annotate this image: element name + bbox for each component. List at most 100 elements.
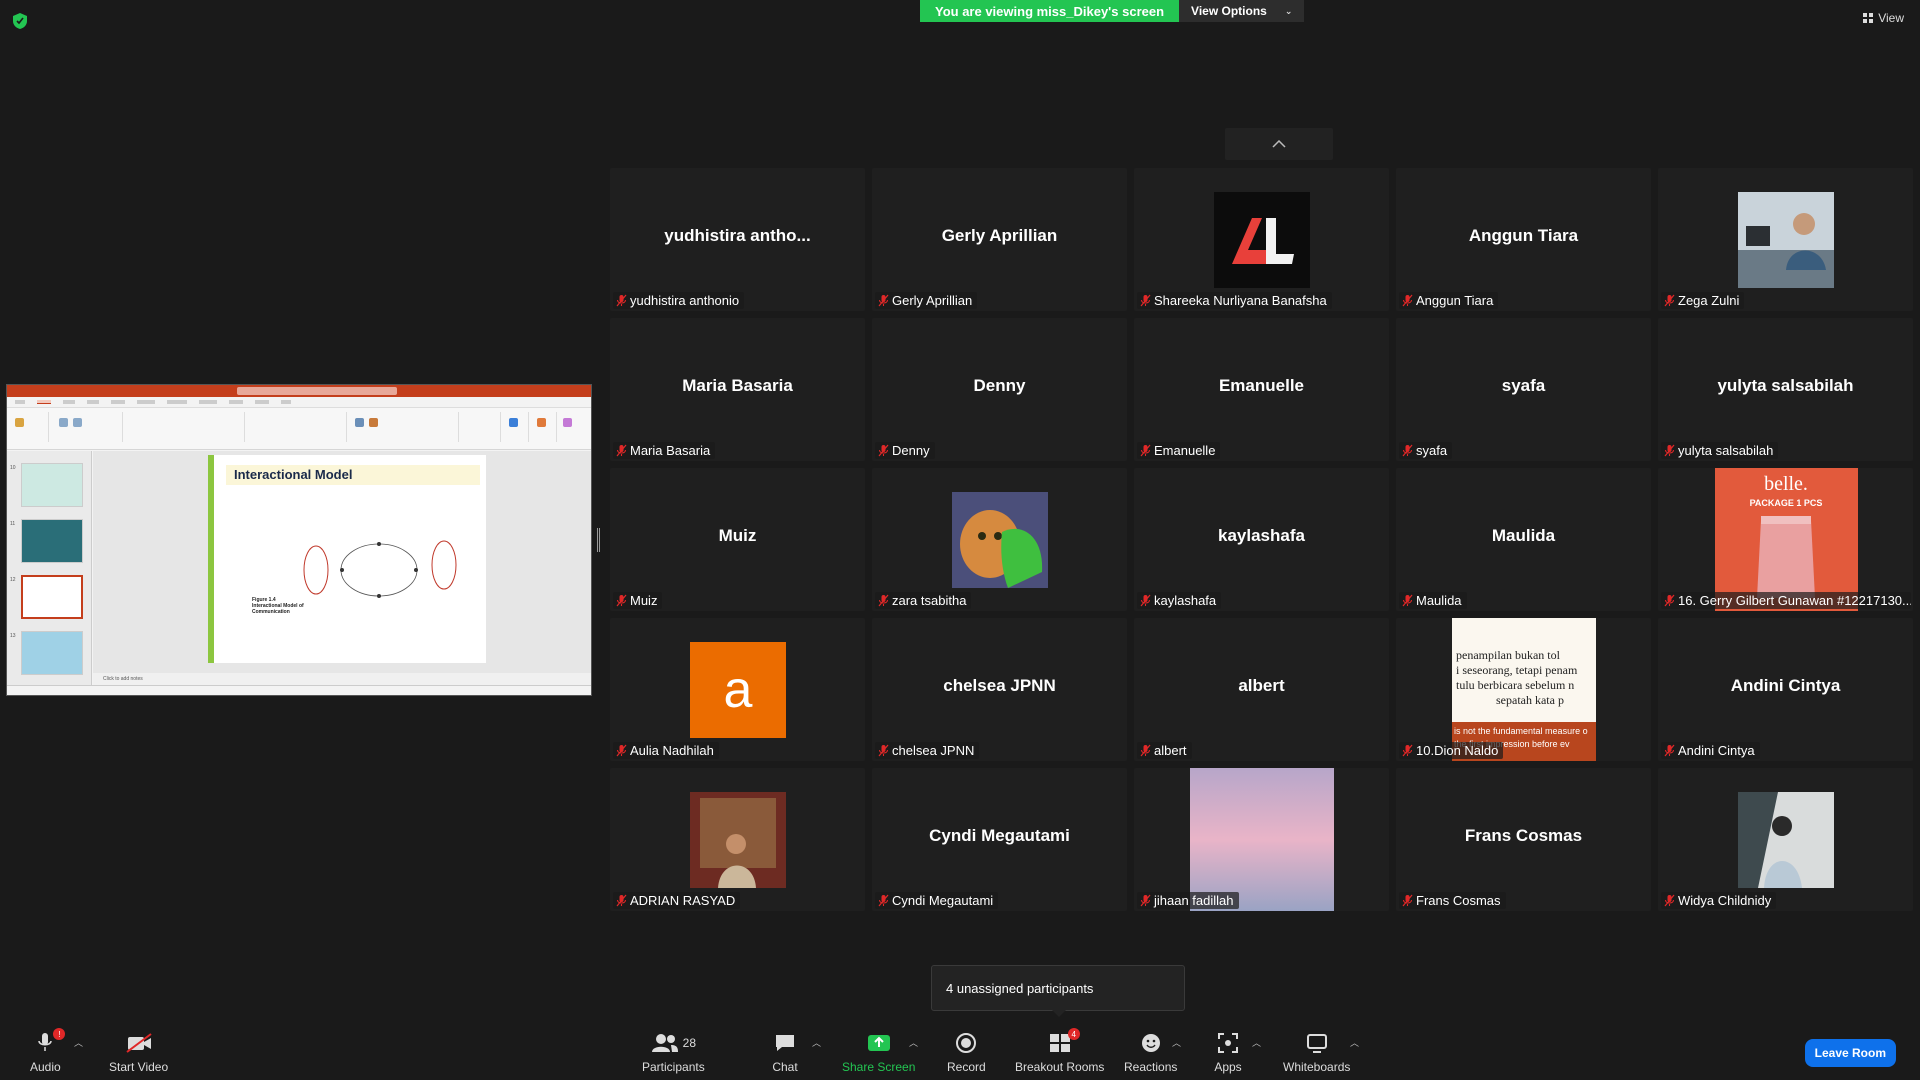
participant-display-name: kaylashafa [1218,526,1305,545]
participant-name: jihaan fadillah [1154,893,1234,908]
participant-tile[interactable]: penampilan bukan tol i seseorang, tetapi … [1396,618,1651,761]
microphone-muted-icon [1402,744,1413,757]
participant-tile[interactable]: a Aulia Nadhilah [610,618,865,761]
gallery-page-up-button[interactable] [1225,128,1333,160]
start-video-button[interactable]: Start Video [109,1030,168,1074]
participant-name-label: Maulida [1399,592,1467,609]
participant-name-label: Denny [875,442,935,459]
participant-tile[interactable]: Gerly Aprillian Gerly Aprillian [872,168,1127,311]
viewing-screen-label: You are viewing miss_Dikey's screen [920,0,1180,22]
participant-display-name: albert [1238,676,1285,695]
participant-tile[interactable]: Cyndi Megautami Cyndi Megautami [872,768,1127,911]
slide-thumb-10[interactable] [21,463,83,507]
chevron-down-icon: ⌄ [1284,5,1293,16]
shared-screen[interactable]: 10 11 12 13 Interactional Model Figure 1… [6,384,592,696]
avatar-cat-photo [952,492,1048,588]
participant-name-label: jihaan fadillah [1137,892,1239,909]
microphone-muted-icon [878,294,889,307]
participant-name: Gerly Aprillian [892,293,973,308]
slide-thumb-12[interactable] [21,575,83,619]
participant-display-name: yulyta salsabilah [1717,376,1854,395]
participant-name-label: Anggun Tiara [1399,292,1499,309]
slide-thumbnails[interactable]: 10 11 12 13 [7,451,92,685]
whiteboards-button[interactable]: Whiteboards [1283,1030,1350,1074]
apps-options-chevron-icon[interactable]: ︿ [1252,1036,1261,1049]
screen-share-banner: You are viewing miss_Dikey's screen View… [920,0,1305,22]
whiteboards-options-chevron-icon[interactable]: ︿ [1350,1036,1359,1049]
view-button[interactable]: View [1863,11,1904,25]
grid-view-icon [1863,13,1874,23]
microphone-muted-icon [1402,444,1413,457]
participant-name: syafa [1416,443,1448,458]
participants-button[interactable]: 28 Participants [642,1030,705,1074]
participant-name: chelsea JPNN [892,743,975,758]
share-options-chevron-icon[interactable]: ︿ [909,1036,918,1049]
audio-warning-badge: ! [53,1028,66,1040]
participant-display-name: Maria Basaria [682,376,793,395]
participants-count: 28 [682,1036,697,1050]
microphone-muted-icon [616,594,627,607]
participant-name-label: Andini Cintya [1661,742,1760,759]
slide-thumb-13[interactable] [21,631,83,675]
leave-room-button[interactable]: Leave Room [1804,1039,1896,1067]
participant-tile[interactable]: Widya Childnidy [1658,768,1913,911]
breakout-rooms-button[interactable]: 4 Breakout Rooms [1015,1028,1104,1074]
participant-name: 10.Dion Naldo [1416,743,1499,758]
unassigned-participants-tooltip[interactable]: 4 unassigned participants [931,965,1185,1017]
participant-tile[interactable]: Andini Cintya Andini Cintya [1658,618,1913,761]
reactions-options-chevron-icon[interactable]: ︿ [1172,1036,1181,1049]
apps-button[interactable]: Apps [1214,1030,1242,1074]
participant-tile[interactable]: Maulida Maulida [1396,468,1651,611]
participant-name-label: Emanuelle [1137,442,1221,459]
chat-options-chevron-icon[interactable]: ︿ [812,1036,821,1049]
participant-tile[interactable]: yulyta salsabilah yulyta salsabilah [1658,318,1913,461]
microphone-muted-icon [1402,294,1413,307]
participant-name-label: Zega Zulni [1661,292,1745,309]
participant-tile[interactable]: Anggun Tiara Anggun Tiara [1396,168,1651,311]
microphone-muted-icon [878,744,889,757]
participant-tile[interactable]: yudhistira antho... yudhistira anthonio [610,168,865,311]
participant-tile[interactable]: kaylashafa kaylashafa [1134,468,1389,611]
notes-pane[interactable]: Click to add notes [93,673,591,685]
participant-tile[interactable]: Maria Basaria Maria Basaria [610,318,865,461]
current-slide[interactable]: Interactional Model Figure 1.4 Interacti… [208,455,486,663]
thumb-number: 12 [10,577,16,583]
participant-tile[interactable]: Zega Zulni [1658,168,1913,311]
meeting-toolbar: ! Audio ︿ Start Video 28 Participants Ch… [0,1024,1920,1080]
participant-tile[interactable]: chelsea JPNN chelsea JPNN [872,618,1127,761]
participant-tile[interactable]: Emanuelle Emanuelle [1134,318,1389,461]
chevron-up-icon [1272,140,1286,148]
participant-tile[interactable]: albert albert [1134,618,1389,761]
participant-tile[interactable]: ADRIAN RASYAD [610,768,865,911]
participant-tile[interactable]: jihaan fadillah [1134,768,1389,911]
participant-tile[interactable]: Shareeka Nurliyana Banafsha [1134,168,1389,311]
slide-thumb-11[interactable] [21,519,83,563]
record-icon [952,1030,980,1056]
participant-tile[interactable]: Muiz Muiz [610,468,865,611]
quote-line: sepatah kata p [1496,693,1564,707]
participant-tile[interactable]: belle. PACKAGE 1 PCS 16. Gerry Gilbert Gun… [1658,468,1913,611]
chat-button[interactable]: Chat [771,1030,799,1074]
view-options-button[interactable]: View Options ⌄ [1179,0,1305,22]
participant-display-name: Frans Cosmas [1464,826,1583,845]
participants-icon: 28 [645,1030,701,1056]
slide-title: Interactional Model [234,467,353,482]
audio-options-chevron-icon[interactable]: ︿ [74,1036,83,1049]
participant-tile[interactable]: Denny Denny [872,318,1127,461]
reactions-button[interactable]: Reactions [1124,1030,1177,1074]
audio-button[interactable]: ! Audio [30,1028,66,1074]
microphone-muted-icon [616,894,627,907]
quote-line: penampilan bukan tol [1456,648,1560,662]
share-screen-button[interactable]: Share Screen [842,1030,915,1074]
resize-handle[interactable] [597,528,600,552]
microphone-muted-icon [1402,594,1413,607]
slide-editor[interactable]: Interactional Model Figure 1.4 Interacti… [93,451,591,673]
microphone-muted-icon [616,294,627,307]
figure-caption-text: Interactional Model of Communication [252,603,304,615]
participant-tile[interactable]: syafa syafa [1396,318,1651,461]
record-button[interactable]: Record [947,1030,986,1074]
breakout-rooms-icon: 4 [1046,1028,1080,1056]
security-shield-icon[interactable] [12,12,28,30]
participant-tile[interactable]: Frans Cosmas Frans Cosmas [1396,768,1651,911]
participant-tile[interactable]: zara tsabitha [872,468,1127,611]
